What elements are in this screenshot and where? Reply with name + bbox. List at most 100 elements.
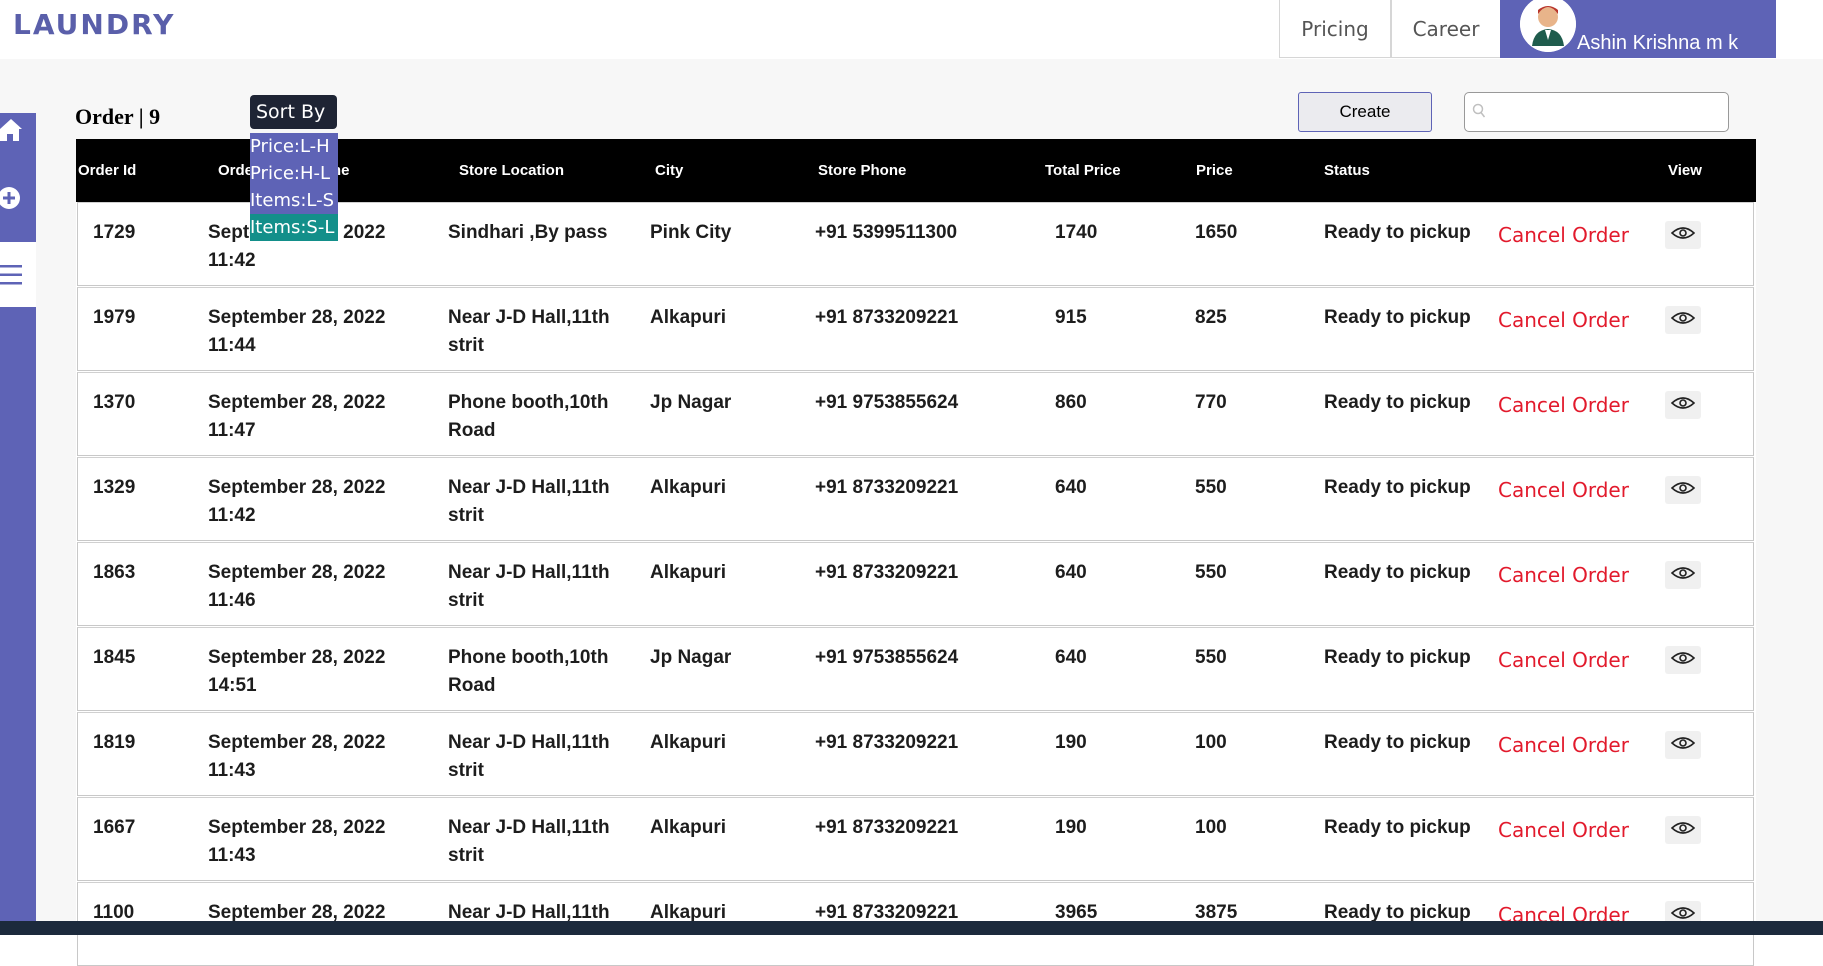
order-datetime: September 28, 2022 14:51 xyxy=(208,647,386,696)
user-name: Ashin Krishna m k xyxy=(1577,32,1739,54)
eye-icon xyxy=(1670,311,1696,330)
status: Ready to pickup xyxy=(1324,222,1471,243)
search-box xyxy=(1464,92,1729,132)
taskbar xyxy=(0,921,1823,935)
sidebar xyxy=(0,113,36,921)
city: Alkapuri xyxy=(650,562,727,583)
nav-career[interactable]: Career xyxy=(1391,0,1501,58)
col-price: Price xyxy=(1196,162,1233,179)
create-button[interactable]: Create xyxy=(1298,92,1432,132)
price: 550 xyxy=(1195,647,1227,668)
eye-icon xyxy=(1670,821,1696,840)
table-row: 1979 September 28, 2022 11:44 Near J-D Hall… xyxy=(77,287,1754,371)
total-price: 190 xyxy=(1055,732,1087,753)
view-order-button[interactable] xyxy=(1665,391,1701,419)
store-phone: +91 9753855624 xyxy=(815,647,959,668)
order-id: 1819 xyxy=(93,732,136,753)
city: Pink City xyxy=(650,222,732,243)
price: 100 xyxy=(1195,817,1227,838)
view-order-button[interactable] xyxy=(1665,646,1701,674)
price: 550 xyxy=(1195,562,1227,583)
city: Alkapuri xyxy=(650,817,727,838)
store-location: Near J-D Hall,11th strit xyxy=(448,562,610,611)
view-order-button[interactable] xyxy=(1665,561,1701,589)
status: Ready to pickup xyxy=(1324,477,1471,498)
sort-option-price-hl[interactable]: Price:H-L xyxy=(250,160,338,187)
total-price: 640 xyxy=(1055,562,1087,583)
cancel-order-link[interactable]: Cancel Order xyxy=(1498,731,1629,759)
col-city: City xyxy=(655,162,684,179)
total-price: 640 xyxy=(1055,647,1087,668)
view-order-button[interactable] xyxy=(1665,306,1701,334)
cancel-order-link[interactable]: Cancel Order xyxy=(1498,816,1629,844)
table-row: 1845 September 28, 2022 14:51 Phone booth,1… xyxy=(77,627,1754,711)
table-row: 1370 September 28, 2022 11:47 Phone booth,1… xyxy=(77,372,1754,456)
status: Ready to pickup xyxy=(1324,647,1471,668)
order-id: 1863 xyxy=(93,562,136,583)
sort-option-items-ls[interactable]: Items:L-S xyxy=(250,187,338,214)
price: 1650 xyxy=(1195,222,1238,243)
table-row: 1863 September 28, 2022 11:46 Near J-D Hall… xyxy=(77,542,1754,626)
view-order-button[interactable] xyxy=(1665,476,1701,504)
add-circle-icon[interactable] xyxy=(0,172,36,224)
sort-by-button[interactable]: Sort By xyxy=(250,95,337,129)
order-id: 1370 xyxy=(93,392,136,413)
store-location: Phone booth,10th Road xyxy=(448,647,609,696)
city: Jp Nagar xyxy=(650,647,732,668)
cancel-order-link[interactable]: Cancel Order xyxy=(1498,391,1629,419)
view-order-button[interactable] xyxy=(1665,731,1701,759)
cancel-order-link[interactable]: Cancel Order xyxy=(1498,221,1629,249)
eye-icon xyxy=(1670,736,1696,755)
order-count-heading: Order | 9 xyxy=(75,104,161,129)
table-row: 1667 September 28, 2022 11:43 Near J-D Hall… xyxy=(77,797,1754,881)
store-phone: +91 8733209221 xyxy=(815,732,959,753)
city: Alkapuri xyxy=(650,732,727,753)
city: Jp Nagar xyxy=(650,392,732,413)
order-id: 1729 xyxy=(93,222,136,243)
city: Alkapuri xyxy=(650,307,727,328)
city: Alkapuri xyxy=(650,477,727,498)
cancel-order-link[interactable]: Cancel Order xyxy=(1498,646,1629,674)
cancel-order-link[interactable]: Cancel Order xyxy=(1498,561,1629,589)
price: 550 xyxy=(1195,477,1227,498)
order-id: 1329 xyxy=(93,477,136,498)
store-location: Near J-D Hall,11th strit xyxy=(448,732,610,781)
sort-option-price-lh[interactable]: Price:L-H xyxy=(250,133,338,160)
order-datetime: September 28, 2022 11:47 xyxy=(208,392,386,441)
sort-option-items-sl[interactable]: Items:S-L xyxy=(250,214,338,241)
nav-pricing[interactable]: Pricing xyxy=(1279,0,1391,58)
user-menu[interactable]: Ashin Krishna m k xyxy=(1500,0,1776,58)
app-logo[interactable]: LAUNDRY xyxy=(13,8,175,41)
eye-icon xyxy=(1670,396,1696,415)
store-location: Sindhari ,By pass xyxy=(448,222,608,243)
order-datetime: September 28, 2022 11:43 xyxy=(208,732,386,781)
order-datetime: September 28, 2022 11:44 xyxy=(208,307,386,356)
cancel-order-link[interactable]: Cancel Order xyxy=(1498,306,1629,334)
store-phone: +91 8733209221 xyxy=(815,562,959,583)
list-icon[interactable] xyxy=(0,242,36,307)
search-input[interactable] xyxy=(1489,97,1723,129)
col-store-phone: Store Phone xyxy=(818,162,907,179)
order-datetime: September 28, 2022 11:43 xyxy=(208,817,386,866)
view-order-button[interactable] xyxy=(1665,221,1701,249)
price: 825 xyxy=(1195,307,1227,328)
order-datetime: September 28, 2022 11:46 xyxy=(208,562,386,611)
search-icon xyxy=(1472,103,1486,119)
total-price: 860 xyxy=(1055,392,1087,413)
price: 770 xyxy=(1195,392,1227,413)
total-price: 1740 xyxy=(1055,222,1098,243)
col-order-id: Order Id xyxy=(78,162,137,179)
home-icon[interactable] xyxy=(0,104,36,156)
status: Ready to pickup xyxy=(1324,562,1471,583)
eye-icon xyxy=(1670,651,1696,670)
view-order-button[interactable] xyxy=(1665,816,1701,844)
status: Ready to pickup xyxy=(1324,732,1471,753)
col-store-location: Store Location xyxy=(459,162,565,179)
total-price: 190 xyxy=(1055,817,1087,838)
store-phone: +91 8733209221 xyxy=(815,477,959,498)
cancel-order-link[interactable]: Cancel Order xyxy=(1498,476,1629,504)
total-price: 640 xyxy=(1055,477,1087,498)
col-total-price: Total Price xyxy=(1045,162,1121,179)
store-phone: +91 8733209221 xyxy=(815,307,959,328)
status: Ready to pickup xyxy=(1324,817,1471,838)
